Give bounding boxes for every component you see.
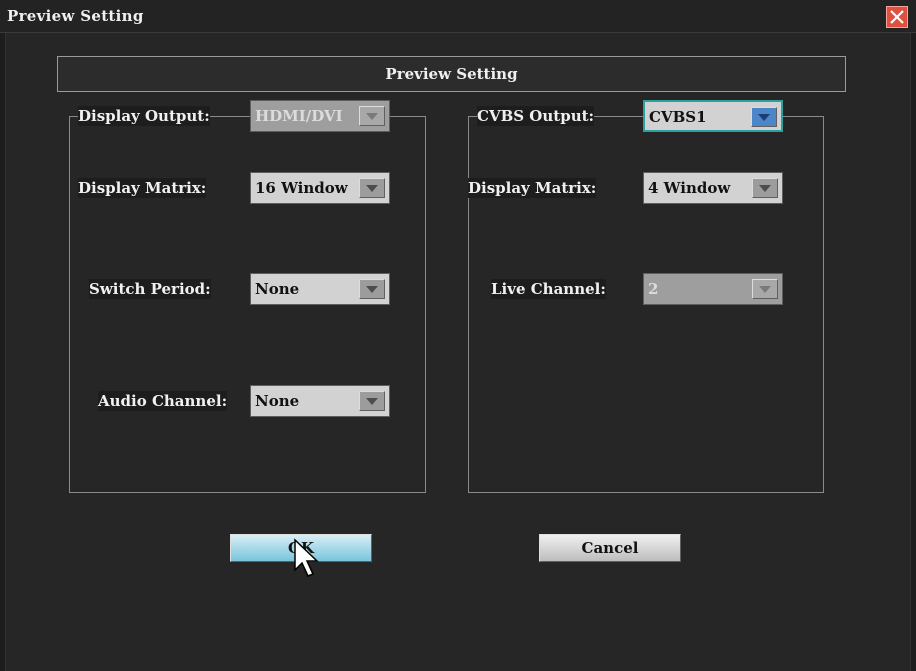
display-output-select[interactable]: HDMI/DVI — [250, 100, 390, 132]
title-bar: Preview Setting — [0, 0, 916, 33]
display-output-label: Display Output: — [78, 106, 210, 126]
live-channel-label: Live Channel: — [491, 279, 606, 299]
display-matrix-select[interactable]: 4 Window — [643, 172, 783, 204]
cvbs-output-value: CVBS1 — [649, 108, 707, 126]
chevron-down-icon[interactable] — [752, 178, 778, 198]
switch-period-value: None — [255, 280, 300, 298]
live-channel-value: 2 — [648, 280, 659, 298]
display-output-value: HDMI/DVI — [255, 107, 343, 125]
audio-channel-select[interactable]: None — [250, 385, 390, 417]
cancel-button[interactable]: Cancel — [539, 534, 681, 562]
chevron-down-icon[interactable] — [359, 391, 385, 411]
cvbs-output-label: CVBS Output: — [477, 106, 595, 126]
display-matrix-label: Display Matrix: — [78, 178, 207, 198]
section-header: Preview Setting — [57, 56, 846, 92]
chevron-down-icon[interactable] — [752, 279, 778, 299]
switch-period-label: Switch Period: — [89, 279, 211, 299]
close-icon[interactable] — [886, 6, 908, 28]
audio-channel-label: Audio Channel: — [98, 391, 228, 411]
switch-period-select[interactable]: None — [250, 273, 390, 305]
audio-channel-value: None — [255, 392, 300, 410]
chevron-down-icon[interactable] — [359, 106, 385, 126]
display-matrix-select[interactable]: 16 Window — [250, 172, 390, 204]
window-title: Preview Setting — [7, 7, 144, 25]
cvbs-output-select[interactable]: CVBS1 — [643, 100, 783, 132]
display-matrix-label: Display Matrix: — [468, 178, 597, 198]
mouse-pointer-icon — [292, 538, 322, 578]
display-matrix-value: 16 Window — [255, 179, 348, 197]
chevron-down-icon[interactable] — [751, 107, 777, 127]
chevron-down-icon[interactable] — [359, 279, 385, 299]
live-channel-select[interactable]: 2 — [643, 273, 783, 305]
chevron-down-icon[interactable] — [359, 178, 385, 198]
display-matrix-value: 4 Window — [648, 179, 731, 197]
